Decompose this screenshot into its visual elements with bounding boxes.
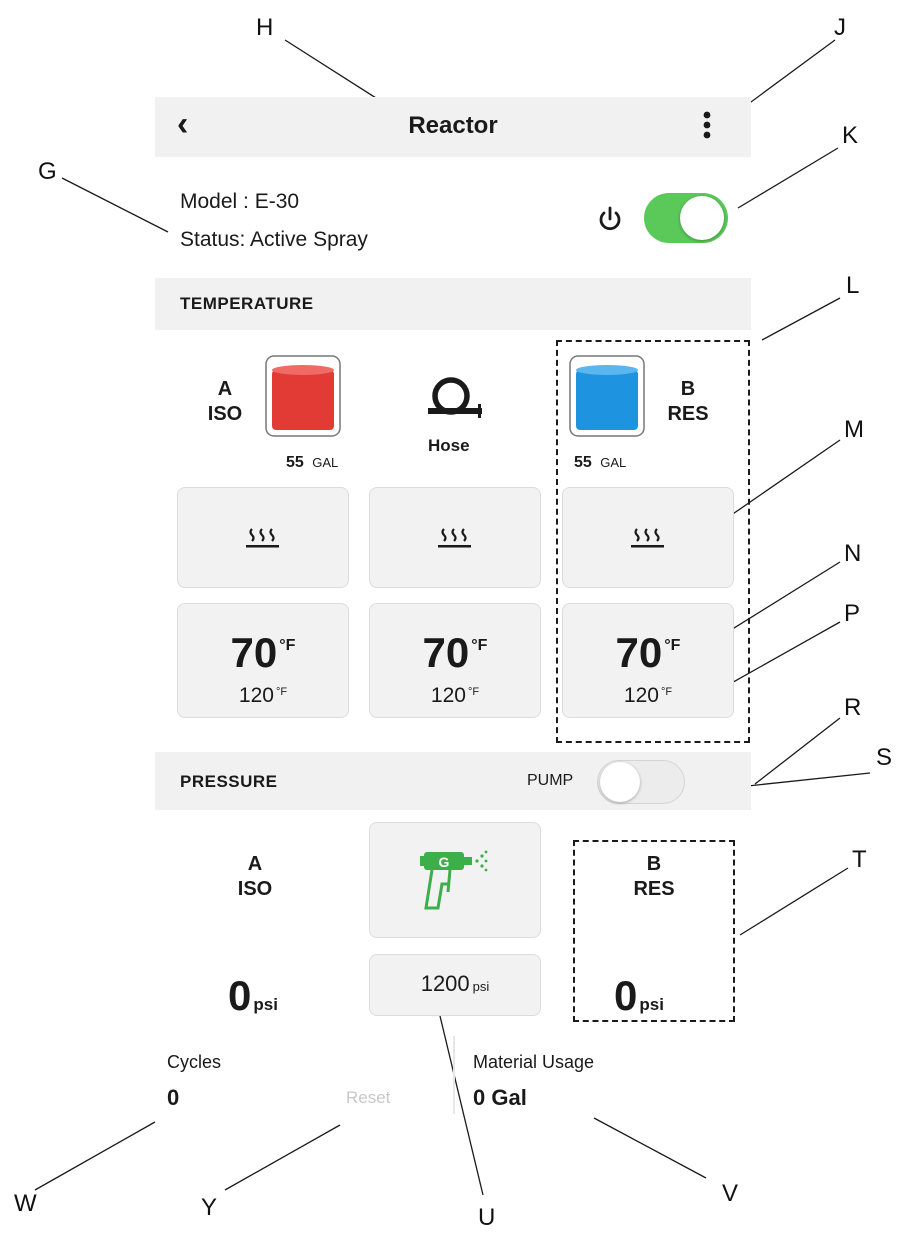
- temp-hose-target: 120: [430, 684, 466, 707]
- cycles-value: 0: [167, 1085, 180, 1110]
- material-usage-value: 0 Gal: [473, 1085, 527, 1110]
- callout-r: R: [844, 694, 862, 721]
- pressure-a-value: 0: [228, 972, 252, 1019]
- temp-a-target: 120: [238, 684, 274, 707]
- callout-h: H: [256, 14, 274, 41]
- callout-j: J: [834, 14, 846, 41]
- callout-m: M: [844, 416, 864, 443]
- pressure-section-label: PRESSURE: [180, 772, 278, 791]
- callout-w: W: [14, 1190, 37, 1217]
- callout-l: L: [846, 272, 860, 299]
- temp-a-target-unit: °F: [275, 686, 288, 698]
- temp-a-line2: ISO: [207, 403, 243, 425]
- temp-a-actual: 70: [230, 629, 278, 676]
- callout-t-highlight: [573, 840, 735, 1022]
- more-menu-icon[interactable]: [695, 107, 719, 143]
- temp-a-actual-line: 70 °F: [178, 632, 348, 674]
- heater-a-icon: [246, 527, 279, 547]
- callout-t: T: [852, 846, 867, 873]
- drum-a-capacity: 55 GAL: [286, 454, 338, 472]
- hose-label: Hose: [428, 436, 470, 455]
- heater-hose-icon: [438, 527, 471, 547]
- temp-tile-a[interactable]: 70 °F 120 °F: [177, 603, 349, 718]
- pump-toggle[interactable]: [597, 760, 685, 804]
- spray-gun-button[interactable]: G: [369, 822, 541, 938]
- temp-hose-target-unit: °F: [467, 686, 480, 698]
- pressure-section-bar: PRESSURE PUMP: [155, 752, 751, 810]
- callout-s: S: [876, 744, 893, 771]
- temp-hose-target-line: 120 °F: [370, 684, 540, 708]
- power-toggle[interactable]: [644, 193, 728, 243]
- footer-divider: [453, 1036, 455, 1114]
- pressure-a-line2: ISO: [237, 878, 273, 900]
- temp-tile-hose[interactable]: 70 °F 120 °F: [369, 603, 541, 718]
- temp-hose-actual-line: 70 °F: [370, 632, 540, 674]
- spray-gun-icon: G: [420, 850, 488, 910]
- pump-label: PUMP: [527, 772, 574, 789]
- drum-a-size: 55: [286, 454, 304, 471]
- temp-hose-actual-unit: °F: [471, 637, 488, 654]
- status-text: Status: Active Spray: [180, 228, 368, 251]
- header-bar: ‹ Reactor: [155, 97, 751, 157]
- drum-a-icon: [262, 352, 344, 442]
- temp-a-line1: A: [217, 378, 233, 400]
- callout-n: N: [844, 540, 862, 567]
- spray-gun-letter: G: [439, 854, 450, 870]
- temperature-section-label: TEMPERATURE: [180, 294, 314, 313]
- callout-g: G: [38, 158, 57, 185]
- temperature-section-bar: TEMPERATURE: [155, 278, 751, 330]
- pressure-setpoint-unit: psi: [472, 979, 490, 994]
- drum-a-unit: GAL: [312, 455, 339, 470]
- heater-hose-button[interactable]: [369, 487, 541, 588]
- callout-p: P: [844, 600, 861, 627]
- pressure-a-line1: A: [247, 853, 263, 875]
- power-icon: [596, 205, 624, 233]
- callout-v: V: [722, 1180, 739, 1207]
- callout-k: K: [842, 122, 859, 149]
- temp-a-target-line: 120 °F: [178, 684, 348, 708]
- reset-button[interactable]: Reset: [346, 1088, 390, 1108]
- temp-hose-actual: 70: [422, 629, 470, 676]
- page-title: Reactor: [408, 112, 498, 139]
- callout-u: U: [478, 1204, 496, 1231]
- heater-a-button[interactable]: [177, 487, 349, 588]
- pressure-setpoint-value: 1200: [420, 971, 470, 996]
- model-text: Model : E-30: [180, 190, 300, 213]
- pressure-a-label: A ISO: [225, 852, 285, 902]
- power-toggle-knob: [680, 196, 724, 240]
- pressure-a-reading: 0 psi: [228, 972, 278, 1020]
- temp-a-label: A ISO: [195, 377, 255, 427]
- callout-y: Y: [201, 1194, 218, 1221]
- cycles-label: Cycles: [167, 1052, 222, 1072]
- callout-l-highlight: [556, 340, 750, 743]
- pump-toggle-knob: [600, 762, 640, 802]
- pressure-setpoint-button[interactable]: 1200 psi: [369, 954, 541, 1016]
- temp-a-actual-unit: °F: [279, 637, 296, 654]
- material-usage-label: Material Usage: [473, 1052, 595, 1072]
- pressure-a-unit: psi: [253, 995, 278, 1014]
- hose-icon: [418, 372, 488, 428]
